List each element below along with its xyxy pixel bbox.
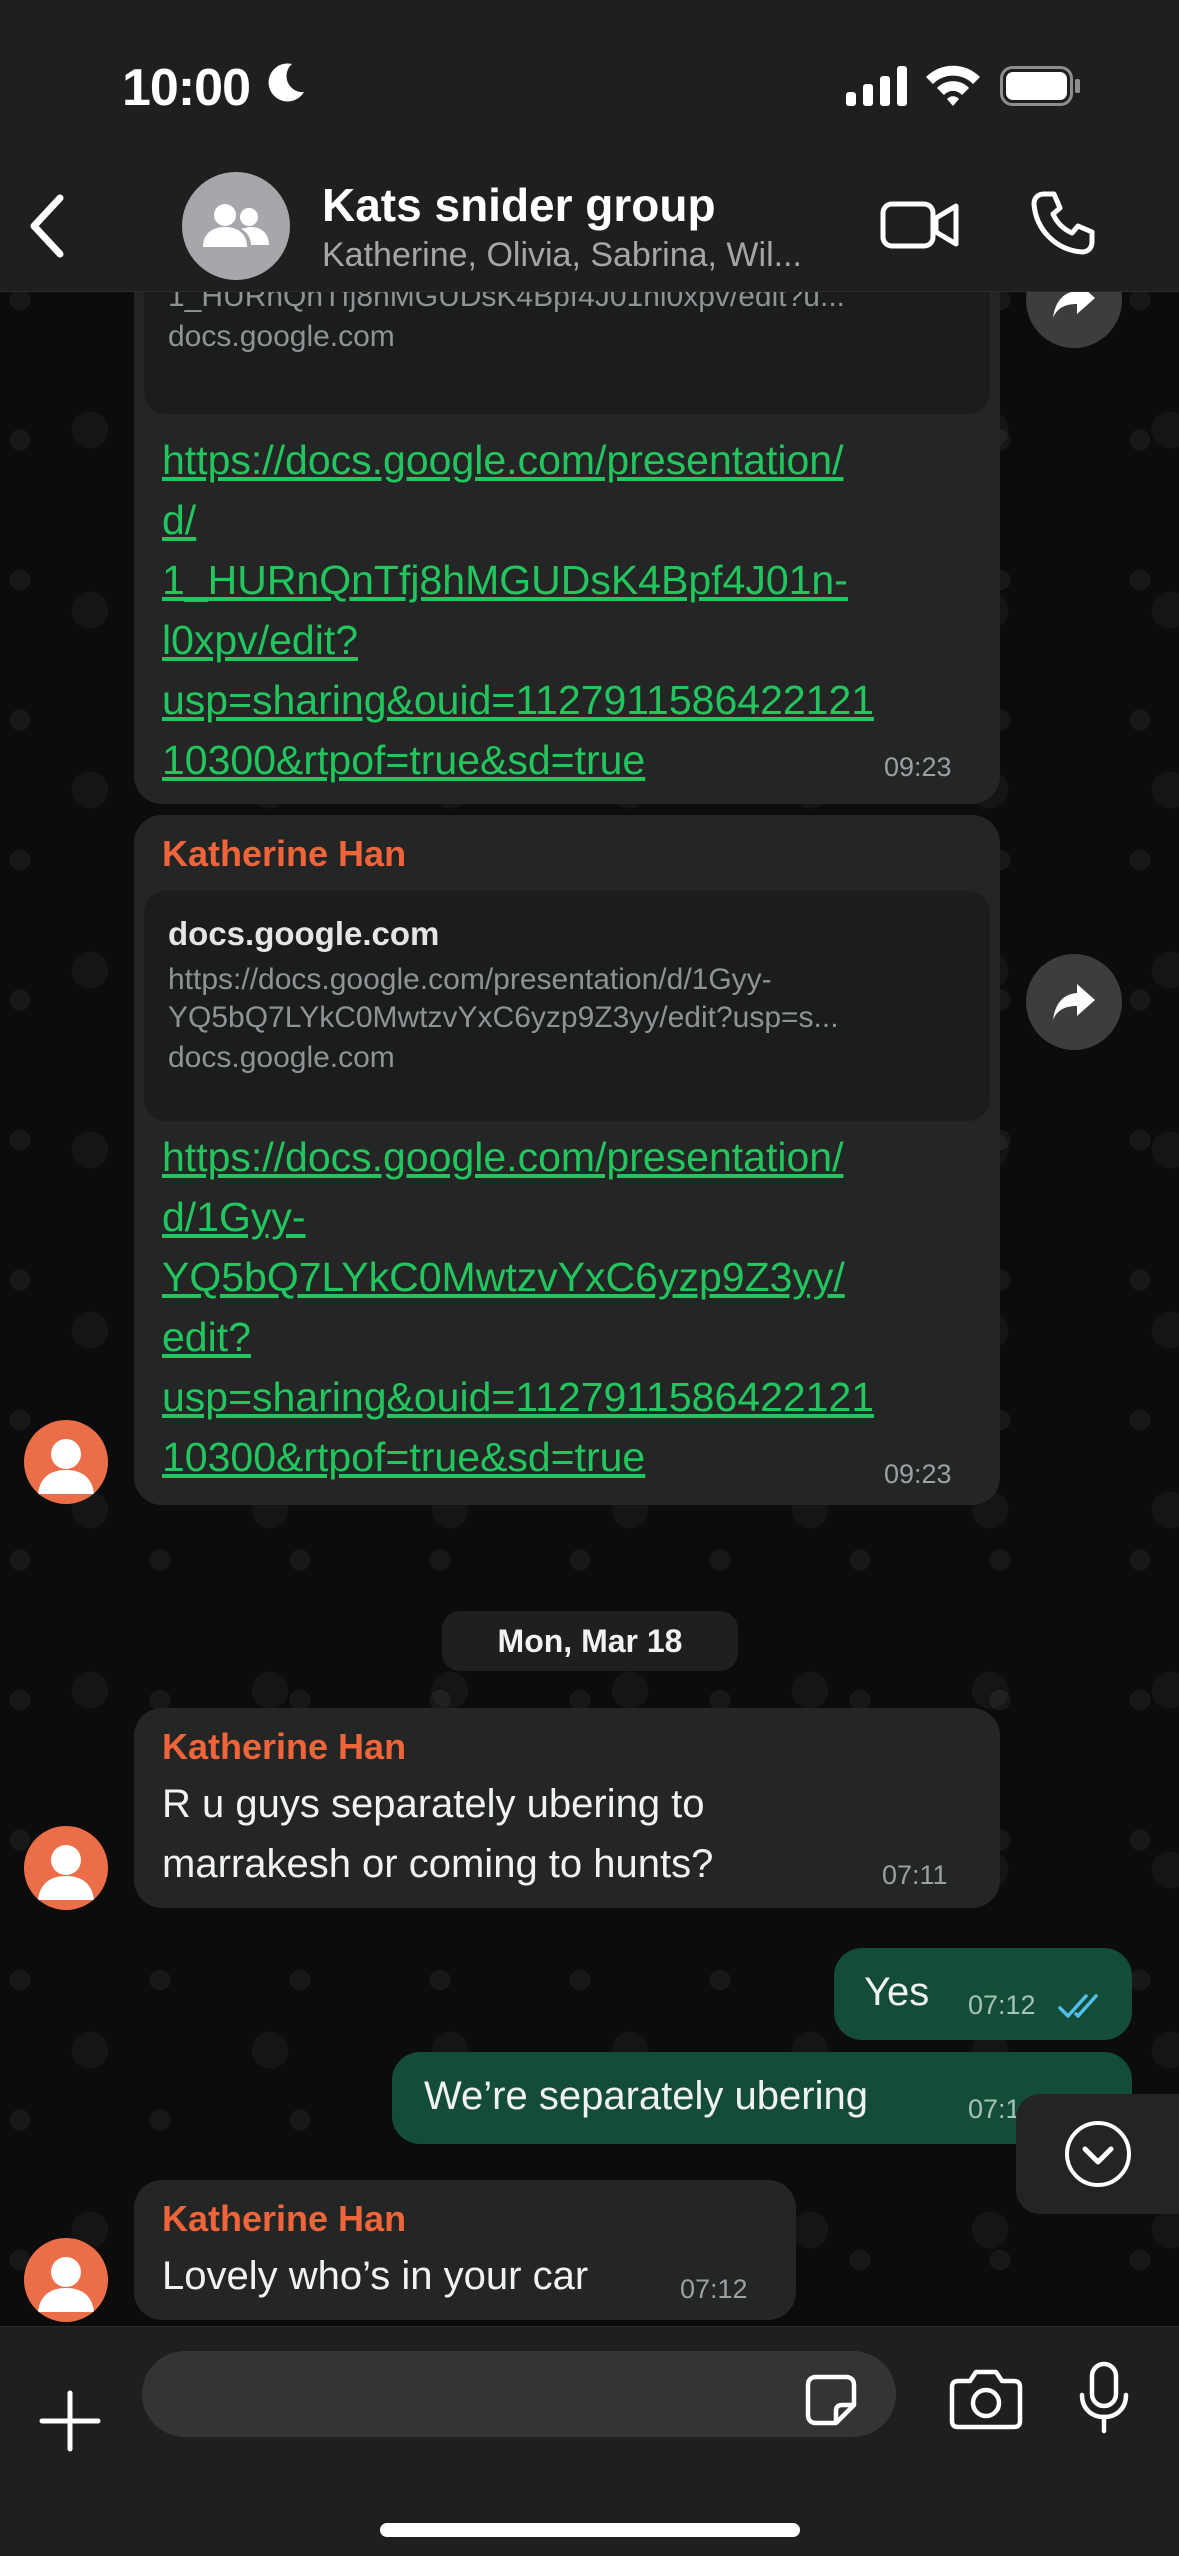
scroll-to-bottom-button[interactable]	[1016, 2094, 1179, 2214]
status-time: 10:00	[122, 59, 251, 117]
read-receipt-icon	[1058, 1994, 1098, 2018]
group-people-icon	[203, 204, 269, 247]
message-text: R u guys separately ubering to marrakesh…	[162, 1774, 713, 1894]
sender-avatar[interactable]	[24, 2238, 108, 2322]
sender-avatar[interactable]	[24, 1420, 108, 1504]
wifi-icon	[926, 65, 980, 106]
microphone-icon[interactable]	[1074, 2361, 1134, 2435]
message-link[interactable]: https://docs.google.com/presentation/ d/…	[162, 430, 874, 790]
link-preview-domain: docs.google.com	[168, 320, 395, 353]
sender-avatar[interactable]	[24, 1826, 108, 1910]
link-preview-title: docs.google.com	[168, 915, 440, 952]
link-preview-url: YQ5bQ7LYkC0MwtzvYxC6yzp9Z3yy/edit?usp=s.…	[168, 1001, 839, 1034]
message-link[interactable]: https://docs.google.com/presentation/ d/…	[162, 1127, 874, 1487]
link-line: https://docs.google.com/presentation/	[162, 437, 844, 483]
sender-name: Katherine Han	[162, 1726, 407, 1767]
link-line: d/1Gyy-	[162, 1194, 306, 1240]
link-line: 10300&rtpof=true&sd=true	[162, 737, 646, 783]
chat-header: 10:00 Kats snider group Katherine, Olivi…	[0, 0, 1179, 292]
link-line: 10300&rtpof=true&sd=true	[162, 1434, 646, 1480]
message-bubble[interactable]: Katherine Han docs.google.com https://do…	[134, 815, 1000, 1505]
link-line: https://docs.google.com/presentation/	[162, 1134, 844, 1180]
message-time: 07:12	[680, 2274, 748, 2304]
message-time: 07:11	[882, 1860, 948, 1890]
sender-name: Katherine Han	[162, 2198, 407, 2239]
link-line: usp=sharing&ouid=1127911586422121	[162, 1374, 875, 1420]
message-bubble[interactable]: 1_HURnQnTfj8hMGUDsK4Bpf4J01nl0xpv/edit?u…	[134, 200, 1000, 804]
message-text: We’re separately ubering	[424, 2074, 868, 2118]
person-icon	[38, 2257, 94, 2312]
phone-call-icon[interactable]	[1030, 190, 1096, 256]
person-icon	[38, 1439, 94, 1494]
group-avatar[interactable]	[182, 172, 290, 280]
moon-icon	[268, 63, 304, 102]
person-icon	[38, 1845, 94, 1900]
link-preview-domain: docs.google.com	[168, 1041, 395, 1074]
message-bubble[interactable]: Katherine Han Lovely who’s in your car 0…	[134, 2180, 796, 2320]
forward-arrow-icon	[1053, 984, 1095, 1020]
link-line: l0xpv/edit?	[162, 617, 359, 663]
chevron-down-circle-icon	[1064, 2121, 1131, 2187]
message-input[interactable]	[142, 2351, 896, 2437]
message-time: 09:23	[884, 752, 952, 782]
outgoing-message-bubble[interactable]: Yes 07:12	[834, 1948, 1132, 2040]
message-text: Lovely who’s in your car	[162, 2254, 589, 2298]
message-line: R u guys separately ubering to	[162, 1782, 705, 1826]
video-call-icon[interactable]	[880, 194, 960, 254]
camera-icon[interactable]	[948, 2367, 1024, 2431]
link-line: 1_HURnQnTfj8hMGUDsK4Bpf4J01n-	[162, 557, 848, 603]
composer-bar	[0, 2326, 1179, 2556]
link-line: d/	[162, 497, 197, 543]
message-text: Yes	[864, 1970, 930, 2014]
back-chevron-icon[interactable]	[18, 186, 78, 266]
link-line: usp=sharing&ouid=1127911586422121	[162, 677, 875, 723]
message-time: 09:23	[884, 1459, 952, 1489]
link-preview-url: https://docs.google.com/presentation/d/1…	[168, 963, 772, 996]
home-indicator	[380, 2523, 800, 2537]
sticker-icon[interactable]	[800, 2369, 862, 2431]
forward-button[interactable]	[1026, 954, 1122, 1050]
plus-icon[interactable]	[38, 2389, 102, 2453]
group-name[interactable]: Kats snider group	[322, 178, 716, 232]
link-preview-card[interactable]: docs.google.com https://docs.google.com/…	[144, 891, 990, 1121]
message-time: 07:12	[968, 1990, 1036, 2020]
cellular-signal-icon	[846, 66, 907, 106]
message-line: marrakesh or coming to hunts?	[162, 1842, 714, 1886]
message-bubble[interactable]: Katherine Han R u guys separately uberin…	[134, 1708, 1000, 1908]
date-divider: Mon, Mar 18	[442, 1611, 738, 1671]
sender-name: Katherine Han	[162, 833, 407, 874]
group-members[interactable]: Katherine, Olivia, Sabrina, Wil...	[322, 236, 862, 275]
link-line: edit?	[162, 1314, 251, 1360]
link-line: YQ5bQ7LYkC0MwtzvYxC6yzp9Z3yy/	[162, 1254, 845, 1300]
battery-icon	[1000, 66, 1080, 106]
